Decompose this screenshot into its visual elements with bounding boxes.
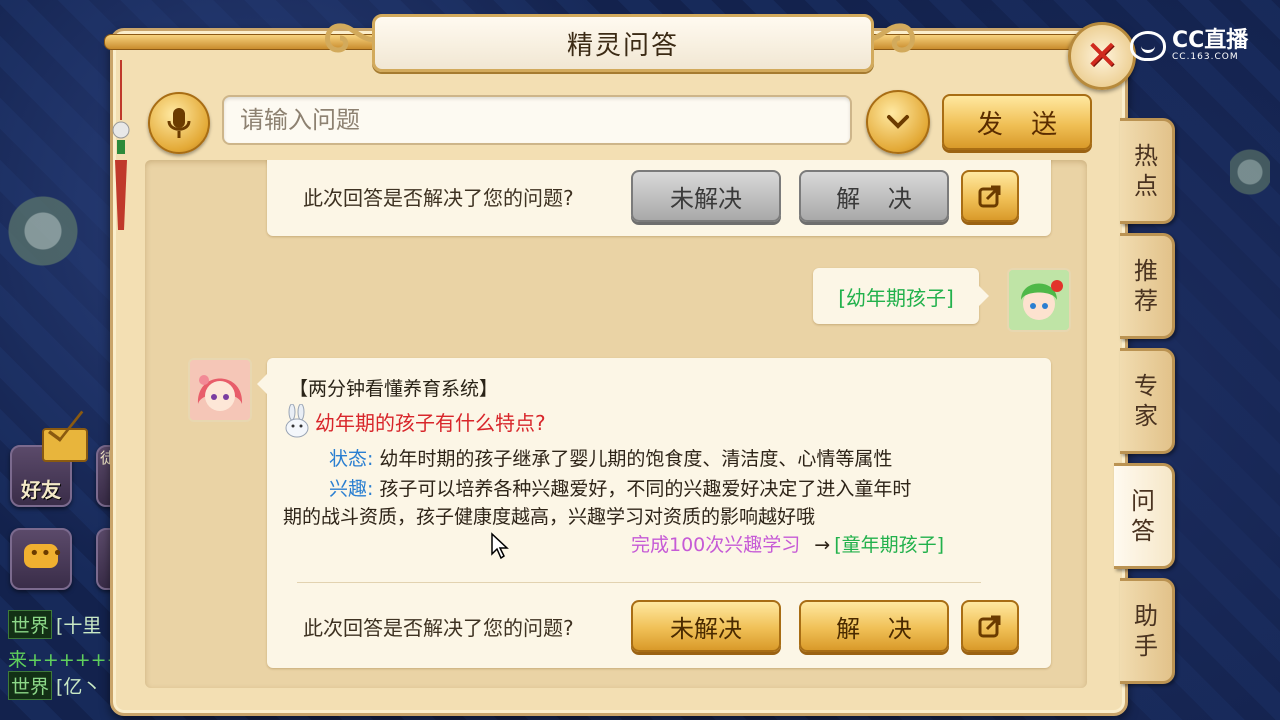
mouse-cursor-icon [491,532,509,560]
world-channel-tag: 世界 [8,670,53,700]
user-message-bubble[interactable]: [幼年期孩子] [813,268,989,324]
microphone-icon [167,108,191,138]
history-dropdown-button[interactable] [866,90,930,154]
tab-label: 热 [1134,142,1158,170]
share-icon [978,185,1001,208]
panel-title: 精灵问答 [566,30,679,61]
unsolved-button[interactable]: 未解决 [631,170,781,222]
interest-line-continued: 期的战斗资质，孩子健康度越高，兴趣学习对资质的影响越好哦 [283,506,816,528]
title-ornament-left [318,20,378,60]
previous-feedback-row: 此次回答是否解决了您的问题? 未解决 解 决 [267,170,1051,222]
background-plant [1230,130,1270,270]
share-icon [978,615,1001,638]
arrow-icon: → [814,534,831,556]
user-avatar [1007,268,1071,332]
share-button[interactable] [961,600,1019,652]
share-button[interactable] [961,170,1019,222]
requirement-result[interactable]: [童年期孩子] [834,534,944,556]
assistant-avatar [188,358,252,422]
friends-label: 好友 [21,478,61,502]
tab-label: 荐 [1134,287,1158,315]
bunny-icon [285,404,309,438]
tab-recommend[interactable]: 推 荐 [1120,233,1175,339]
tab-label: 点 [1134,172,1158,200]
title-plate: 精灵问答 [372,14,874,72]
status-text: 幼年时期的孩子继承了婴儿期的饱食度、清洁度、心情等属性 [379,448,893,470]
tab-qa[interactable]: 问 答 [1114,463,1175,569]
tab-label: 手 [1134,632,1158,660]
feedback-question: 此次回答是否解决了您的问题? [303,185,574,210]
answer-header: 【两分钟看懂养育系统】 [289,378,499,400]
chevron-down-icon [887,115,909,129]
watermark-brand: CC直播 [1172,28,1249,53]
interest-line: 兴趣: 孩子可以培养各种兴趣爱好，不同的兴趣爱好决定了进入童年时 [329,474,911,501]
chat-button[interactable] [10,528,72,590]
cc-cloud-icon [1130,31,1166,61]
solved-button[interactable]: 解 决 [799,600,949,652]
world-channel-tag: 世界 [8,609,53,639]
tab-label: 专 [1134,372,1158,400]
chat-bubble-icon [24,543,64,568]
answer-question-row: 幼年期的孩子有什么特点? [283,404,546,438]
tab-hot[interactable]: 热 点 [1120,118,1175,224]
cc-live-watermark: CC直播 CC.163.COM [1130,26,1270,66]
voice-input-button[interactable] [148,92,210,154]
tab-label: 答 [1131,517,1155,545]
tab-assistant[interactable]: 助 手 [1120,578,1175,684]
watermark-sub: CC.163.COM [1172,52,1239,62]
answer-question: 幼年期的孩子有什么特点? [315,410,546,435]
tab-label: 问 [1131,487,1155,515]
card-divider [297,582,981,583]
requirement-line: 完成100次兴趣学习 → [童年期孩子] [631,530,944,557]
tab-expert[interactable]: 专 家 [1120,348,1175,454]
world-chat-line[interactable]: 世界 [亿丶 [8,670,102,700]
feedback-row: 此次回答是否解决了您的问题? 未解决 解 决 [267,600,1051,652]
interest-key: 兴趣: [329,478,374,500]
close-icon: ✕ [1085,33,1119,79]
tab-label: 助 [1134,602,1158,630]
background-plant [8,175,78,335]
previous-answer-card: 此次回答是否解决了您的问题? 未解决 解 决 [267,160,1051,236]
close-button[interactable]: ✕ [1068,22,1136,90]
tab-label: 家 [1134,402,1158,430]
feedback-question: 此次回答是否解决了您的问题? [303,615,574,640]
status-line: 状态: 幼年时期的孩子继承了婴儿期的饱食度、清洁度、心情等属性 [329,444,892,471]
chat-scroll-area[interactable]: 此次回答是否解决了您的问题? 未解决 解 决 [幼年期孩子] 【两分钟看懂养育系… [145,160,1087,688]
answer-card: 【两分钟看懂养育系统】 幼年期的孩子有什么特点? 状态: 幼年时期的孩子继承了婴儿… [257,358,1051,668]
tab-label: 推 [1134,257,1158,285]
world-chat-text: [十里 [56,614,102,637]
unsolved-button[interactable]: 未解决 [631,600,781,652]
world-chat-text: [亿丶 [56,675,102,698]
status-key: 状态: [329,448,374,470]
solved-button[interactable]: 解 决 [799,170,949,222]
question-input[interactable] [222,95,852,145]
send-button[interactable]: 发 送 [942,94,1092,150]
world-chat-line[interactable]: 世界 [十里 [8,609,102,639]
tassel-ornament [112,60,130,230]
interest-text: 孩子可以培养各种兴趣爱好，不同的兴趣爱好决定了进入童年时 [379,478,912,500]
mail-icon[interactable] [42,428,88,462]
requirement-condition: 完成100次兴趣学习 [631,534,801,556]
